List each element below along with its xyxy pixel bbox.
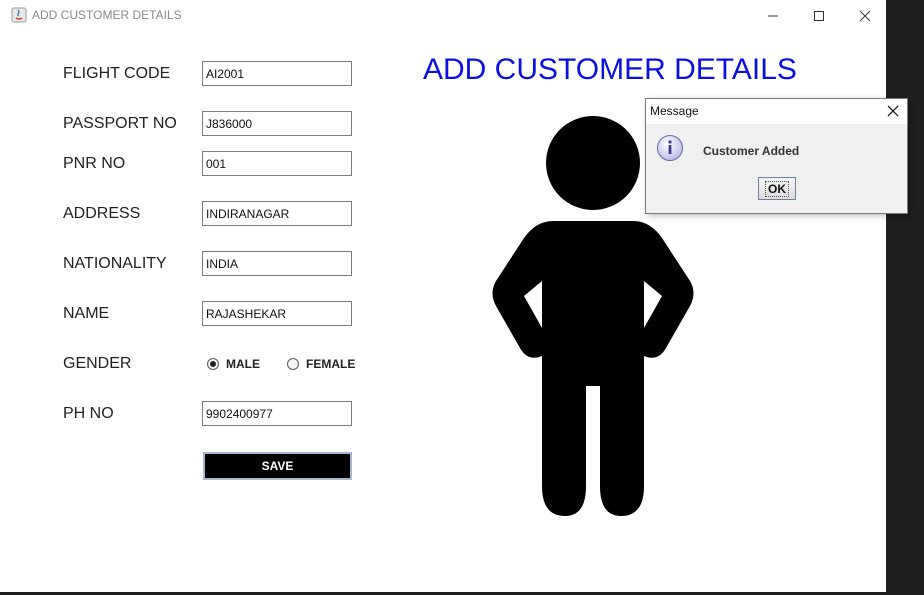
maximize-button[interactable] bbox=[796, 0, 842, 31]
desktop: ADD CUSTOMER DETAILS FLIGHT CODE PASSPOR… bbox=[0, 0, 924, 595]
maximize-icon bbox=[814, 10, 824, 21]
radio-checked-icon bbox=[207, 358, 219, 370]
nationality-label: NATIONALITY bbox=[63, 255, 167, 272]
close-icon bbox=[859, 10, 871, 21]
minimize-button[interactable] bbox=[750, 0, 796, 31]
save-button[interactable]: SAVE bbox=[203, 452, 352, 480]
ok-button[interactable]: OK bbox=[758, 177, 796, 200]
passport-no-label: PASSPORT NO bbox=[63, 115, 177, 132]
name-field[interactable] bbox=[202, 301, 352, 326]
pnr-no-label: PNR NO bbox=[63, 155, 126, 172]
info-icon bbox=[657, 135, 683, 161]
flight-code-label: FLIGHT CODE bbox=[63, 65, 171, 82]
ph-no-label: PH NO bbox=[63, 405, 114, 422]
close-icon bbox=[887, 105, 899, 117]
flight-code-field[interactable] bbox=[202, 61, 352, 86]
gender-female-label: FEMALE bbox=[306, 357, 356, 371]
dialog-message: Customer Added bbox=[703, 144, 800, 158]
gender-female-radio[interactable]: FEMALE bbox=[287, 357, 355, 371]
gender-male-radio[interactable]: MALE bbox=[207, 357, 260, 371]
pnr-no-field[interactable] bbox=[202, 151, 352, 176]
minimize-icon bbox=[768, 15, 778, 16]
dialog-title-bar[interactable]: Message bbox=[646, 99, 907, 124]
gender-label: GENDER bbox=[63, 355, 132, 372]
dialog-title: Message bbox=[650, 104, 699, 118]
address-field[interactable] bbox=[202, 201, 352, 226]
ok-button-label: OK bbox=[765, 180, 789, 197]
address-label: ADDRESS bbox=[63, 205, 141, 222]
name-label: NAME bbox=[63, 305, 110, 322]
passport-no-field[interactable] bbox=[202, 111, 352, 136]
nationality-field[interactable] bbox=[202, 251, 352, 276]
window-title: ADD CUSTOMER DETAILS bbox=[32, 8, 182, 22]
app-window: ADD CUSTOMER DETAILS FLIGHT CODE PASSPOR… bbox=[0, 0, 886, 592]
gender-male-label: MALE bbox=[226, 357, 260, 371]
close-button[interactable] bbox=[842, 0, 888, 31]
title-bar[interactable]: ADD CUSTOMER DETAILS bbox=[0, 0, 886, 31]
message-dialog: Message Customer Added OK bbox=[645, 98, 908, 214]
page-heading: ADD CUSTOMER DETAILS bbox=[423, 53, 797, 86]
java-app-icon bbox=[11, 7, 27, 23]
radio-unchecked-icon bbox=[287, 358, 299, 370]
ph-no-field[interactable] bbox=[202, 401, 352, 426]
dialog-close-button[interactable] bbox=[883, 101, 903, 121]
